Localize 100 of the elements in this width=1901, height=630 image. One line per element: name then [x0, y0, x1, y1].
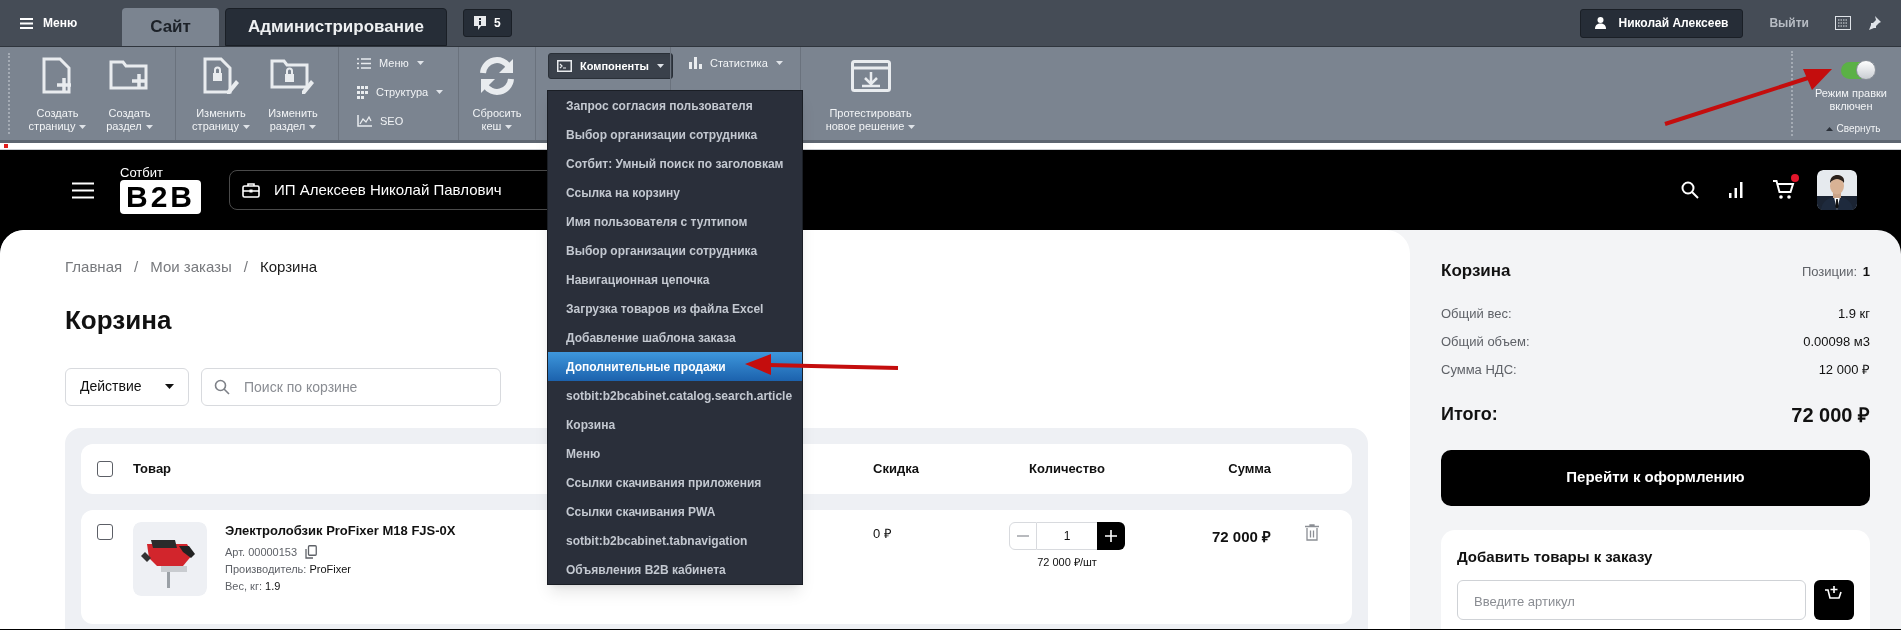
folder-lock-icon [270, 57, 316, 95]
menu-item[interactable]: Корзина [548, 410, 802, 439]
column-header: Количество [1029, 459, 1105, 478]
window-download-icon [850, 57, 891, 95]
briefcase-icon [242, 182, 260, 198]
trash-icon[interactable] [1304, 523, 1319, 541]
menu-item[interactable]: Дополнительные продажи [548, 352, 802, 381]
breadcrumb-link[interactable]: Главная [65, 256, 123, 279]
discount-text: 0 ₽ [873, 524, 893, 543]
admin-tab[interactable]: Администрирование [224, 8, 447, 46]
caret-up-icon [1825, 126, 1833, 131]
terminal-icon [557, 60, 572, 72]
collapse-button[interactable]: Свернуть [1825, 121, 1881, 136]
notifications-button[interactable]: 5 [462, 9, 512, 37]
plus-icon [1105, 529, 1117, 542]
checkbox[interactable] [97, 460, 113, 477]
weight-text: Вес, кг: 1.9 [225, 578, 282, 594]
page-lock-icon [203, 57, 239, 95]
toolbar-button[interactable]: Сбросить кеш [461, 47, 533, 140]
caret-icon [165, 384, 174, 389]
toolbar-button[interactable]: Статистика [685, 53, 787, 73]
bar-chart-icon [689, 57, 702, 69]
sum-text: 72 000 ₽ [1211, 526, 1271, 547]
summary-value: 0.00098 м3 [1803, 332, 1870, 351]
menu-item[interactable]: Выбор организации сотрудника [548, 120, 802, 149]
action-dropdown[interactable]: Действие [65, 367, 189, 406]
list-icon [357, 57, 371, 69]
edit-mode-toggle[interactable] [1841, 62, 1873, 79]
menu-item[interactable]: Запрос согласия пользователя [548, 91, 802, 120]
summary-label: Сумма НДС: [1441, 360, 1517, 379]
breadcrumb-separator: / [243, 257, 248, 277]
page-plus-icon [41, 57, 74, 95]
menu-item[interactable]: Загрузка товаров из файла Excel [548, 294, 802, 323]
checkout-button[interactable]: Перейти к оформлению [1441, 449, 1870, 506]
menu-item[interactable]: Выбор организации сотрудника [548, 236, 802, 265]
toolbar-button[interactable]: SEO [353, 111, 448, 131]
total-label: Итого: [1441, 403, 1498, 426]
toolbar-button[interactable]: Меню [353, 53, 448, 73]
user-button[interactable]: Николай Алексеев [1580, 8, 1744, 38]
breadcrumb-link[interactable]: Мои заказы [150, 256, 232, 279]
menu-item[interactable]: sotbit:b2bcabinet.catalog.search.article [548, 381, 802, 410]
menu-item[interactable]: Ссылки скачивания приложения [548, 468, 802, 497]
menu-item[interactable]: Ссылки скачивания PWA [548, 497, 802, 526]
toolbar-button[interactable]: Изменить раздел [257, 47, 329, 140]
search-icon[interactable] [1681, 181, 1699, 199]
summary-title: Корзина [1441, 260, 1511, 282]
chart-icon [357, 115, 372, 127]
unit-price: 72 000 ₽/шт [1037, 554, 1097, 570]
cart-icon[interactable] [1773, 180, 1795, 200]
summary-value: 1.9 кг [1837, 304, 1870, 323]
article-number: Арт. 00000153 [225, 544, 298, 560]
menu-item[interactable]: Навигационная цепочка [548, 265, 802, 294]
toolbar-button[interactable]: Структура [353, 82, 448, 102]
menu-icon[interactable] [72, 181, 94, 199]
total-value: 72 000 ₽ [1791, 402, 1870, 428]
minus-icon [1017, 534, 1029, 537]
admin-tab[interactable]: Сайт [122, 8, 219, 46]
page-title: Корзина [65, 303, 172, 337]
search-field[interactable]: Поиск по корзине [201, 367, 501, 406]
pin-icon[interactable] [1867, 16, 1881, 30]
menu-item[interactable]: Имя пользователя с тултипом [548, 207, 802, 236]
breadcrumb-current: Корзина [259, 257, 318, 277]
menu-item[interactable]: sotbit:b2bcabinet.tabnavigation [548, 526, 802, 555]
positions-count: Позиции: 1 [1801, 263, 1870, 281]
column-header: Скидка [873, 459, 920, 478]
toolbar-button[interactable]: Компоненты [548, 53, 673, 79]
summary-label: Общий вес: [1441, 304, 1512, 323]
plus-button[interactable] [1097, 521, 1125, 550]
area-marker [4, 144, 8, 148]
logo-caption: Сотбит [120, 166, 164, 179]
toolbar-button[interactable]: Создать страницу [21, 47, 94, 140]
logout-link[interactable]: Выйти [1769, 14, 1809, 32]
column-header: Товар [133, 459, 173, 478]
edit-mode-label: Режим правки включен [1815, 87, 1887, 113]
column-header: Сумма [1228, 459, 1271, 478]
logo[interactable]: B2B [120, 180, 201, 214]
menu-item[interactable]: Добавление шаблона заказа [548, 323, 802, 352]
product-name[interactable]: Электролобзик ProFixer M18 FJS-0X [225, 521, 456, 539]
stats-icon[interactable] [1729, 182, 1743, 198]
breadcrumb-separator: / [134, 257, 139, 277]
toolbar-button[interactable]: Протестировать новое решение [823, 47, 918, 140]
article-field[interactable]: Введите артикул [1457, 580, 1806, 620]
summary-value: 12 000 ₽ [1818, 360, 1870, 379]
menu-button[interactable]: Меню [20, 8, 78, 38]
grid-icon [357, 85, 368, 99]
add-to-cart-button[interactable] [1814, 580, 1854, 620]
user-icon [1595, 17, 1607, 29]
menu-item[interactable]: Объявления B2B кабинета [548, 555, 802, 584]
add-items-title: Добавить товары к заказу [1457, 546, 1654, 567]
menu-icon[interactable] [20, 17, 33, 29]
toolbar-button[interactable]: Изменить страницу [185, 47, 257, 140]
search-icon [214, 378, 230, 395]
copy-icon[interactable] [305, 545, 318, 559]
info-icon [473, 16, 486, 30]
checkbox[interactable] [97, 523, 113, 540]
summary-label: Общий объем: [1441, 332, 1530, 351]
toolbar-button[interactable]: Создать раздел [93, 47, 166, 140]
menu-item[interactable]: Меню [548, 439, 802, 468]
keyboard-icon[interactable] [1835, 16, 1851, 30]
refresh-icon [477, 57, 517, 95]
